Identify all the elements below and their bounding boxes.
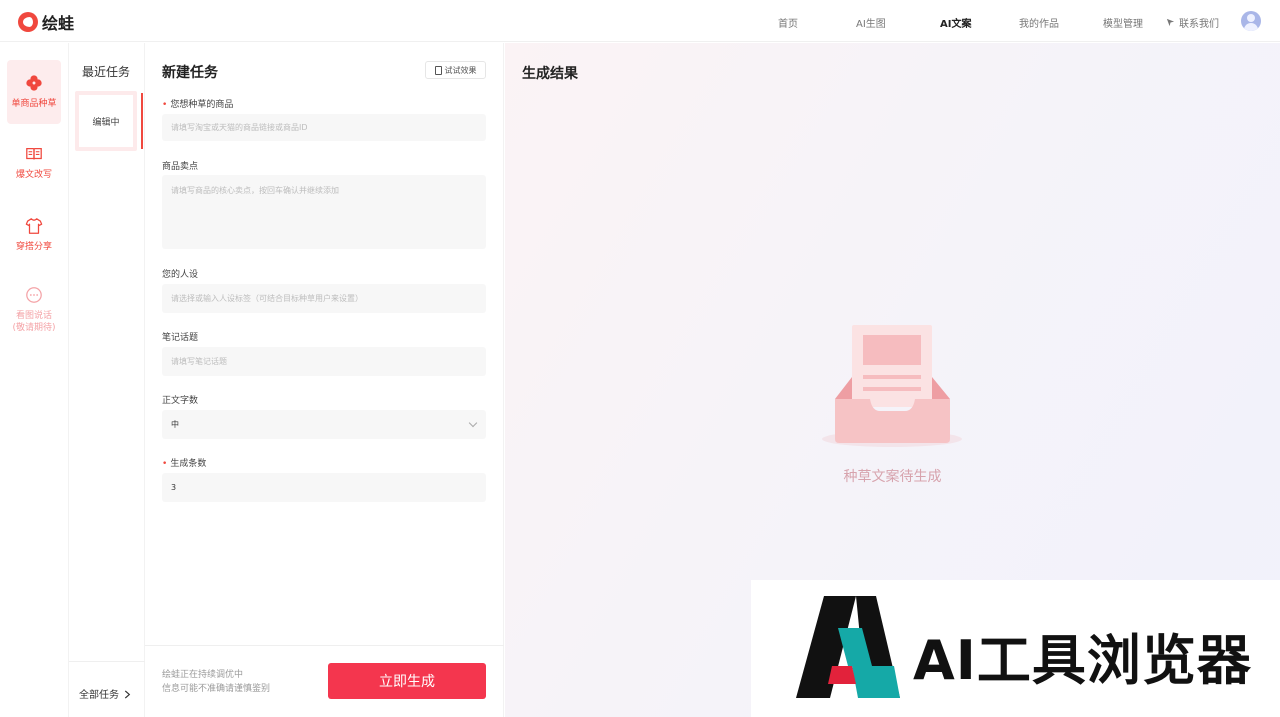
topic-input[interactable]: 请填写笔记话题 bbox=[162, 347, 486, 376]
book-icon bbox=[26, 147, 42, 160]
app-logo[interactable]: 绘蛙 bbox=[18, 10, 74, 34]
app-name: 绘蛙 bbox=[42, 14, 75, 33]
nav-contact[interactable]: 联系我们 bbox=[1166, 15, 1219, 30]
cursor-icon bbox=[1166, 18, 1175, 27]
sidebar-item-label: 穿搭分享 bbox=[15, 242, 52, 252]
count-input[interactable]: 3 bbox=[162, 473, 486, 502]
nav-ai-copy[interactable]: AI文案 bbox=[940, 15, 971, 30]
sidebar-item-outfit[interactable]: 穿搭分享 bbox=[7, 203, 61, 267]
generate-button[interactable]: 立即生成 bbox=[328, 663, 486, 699]
empty-state-text: 种草文案待生成 bbox=[843, 469, 942, 485]
count-label: • 生成条数 bbox=[162, 459, 207, 469]
persona-label: 您的人设 bbox=[162, 270, 199, 280]
task-status-label: 编辑中 bbox=[92, 117, 120, 128]
sidebar-item-image-talk[interactable]: 看图说话 (敬请期待) bbox=[7, 275, 61, 345]
watermark: AI工具浏览器 bbox=[751, 580, 1280, 717]
length-select[interactable]: 中 bbox=[162, 410, 486, 439]
divider bbox=[69, 661, 145, 662]
try-effect-button[interactable]: 试试效果 bbox=[425, 61, 486, 79]
all-tasks-link[interactable]: 全部任务 bbox=[79, 686, 131, 701]
document-icon bbox=[434, 65, 442, 75]
nav-home[interactable]: 首页 bbox=[778, 15, 798, 30]
nav-model-manage[interactable]: 模型管理 bbox=[1103, 15, 1143, 30]
clover-icon bbox=[26, 75, 42, 91]
notice-text: 绘蛙正在持续调优中 信息可能不准确请谨慎鉴别 bbox=[162, 670, 271, 694]
required-mark: • bbox=[162, 100, 168, 110]
top-navbar: 绘蛙 首页 AI生图 AI文案 我的作品 模型管理 联系我们 bbox=[0, 0, 1280, 42]
nav-my-works[interactable]: 我的作品 bbox=[1019, 15, 1059, 30]
nav-ai-image[interactable]: AI生图 bbox=[856, 15, 886, 30]
sidebar-item-label: 爆文改写 bbox=[15, 170, 52, 180]
selling-points-label: 商品卖点 bbox=[162, 162, 199, 172]
function-sidebar: 单商品种草 爆文改写 穿搭分享 看图说话 (敬请期待) bbox=[0, 43, 69, 717]
watermark-text: AI工具浏览器 bbox=[913, 629, 1252, 692]
frog-logo-icon bbox=[18, 12, 38, 32]
new-task-form: 新建任务 试试效果 • 您想种草的商品 请填写淘宝或天猫的商品链接或商品ID 商品… bbox=[145, 43, 504, 717]
chat-bubble-icon bbox=[26, 287, 42, 303]
form-title: 新建任务 bbox=[162, 65, 218, 81]
user-avatar[interactable] bbox=[1241, 11, 1261, 31]
required-mark: • bbox=[162, 459, 168, 469]
length-label: 正文字数 bbox=[162, 396, 199, 406]
recent-task-card[interactable]: 编辑中 bbox=[75, 91, 137, 151]
chevron-down-icon bbox=[468, 418, 478, 428]
active-indicator bbox=[141, 93, 143, 149]
sidebar-item-single-product[interactable]: 单商品种草 bbox=[7, 60, 61, 124]
sidebar-item-rewrite[interactable]: 爆文改写 bbox=[7, 131, 61, 195]
sidebar-item-label: 单商品种草 bbox=[11, 99, 57, 109]
shirt-icon bbox=[25, 218, 43, 234]
watermark-logo-icon bbox=[796, 596, 900, 698]
topic-label: 笔记话题 bbox=[162, 333, 199, 343]
selling-points-input[interactable]: 请填写商品的核心卖点，按回车确认并继续添加 bbox=[162, 175, 486, 249]
divider bbox=[145, 645, 504, 646]
chevron-right-icon bbox=[125, 690, 131, 699]
sidebar-item-label: 看图说话 (敬请期待) bbox=[12, 311, 56, 333]
recent-tasks-title: 最近任务 bbox=[82, 65, 131, 79]
result-title: 生成结果 bbox=[522, 66, 578, 82]
product-input[interactable]: 请填写淘宝或天猫的商品链接或商品ID bbox=[162, 114, 486, 141]
persona-input[interactable]: 请选择或输入人设标签（可结合目标种草用户来设置） bbox=[162, 284, 486, 313]
nav-contact-label: 联系我们 bbox=[1179, 19, 1219, 30]
recent-tasks-panel: 最近任务 编辑中 全部任务 bbox=[69, 43, 145, 717]
product-label: • 您想种草的商品 bbox=[162, 100, 234, 110]
empty-inbox-icon bbox=[822, 325, 962, 447]
